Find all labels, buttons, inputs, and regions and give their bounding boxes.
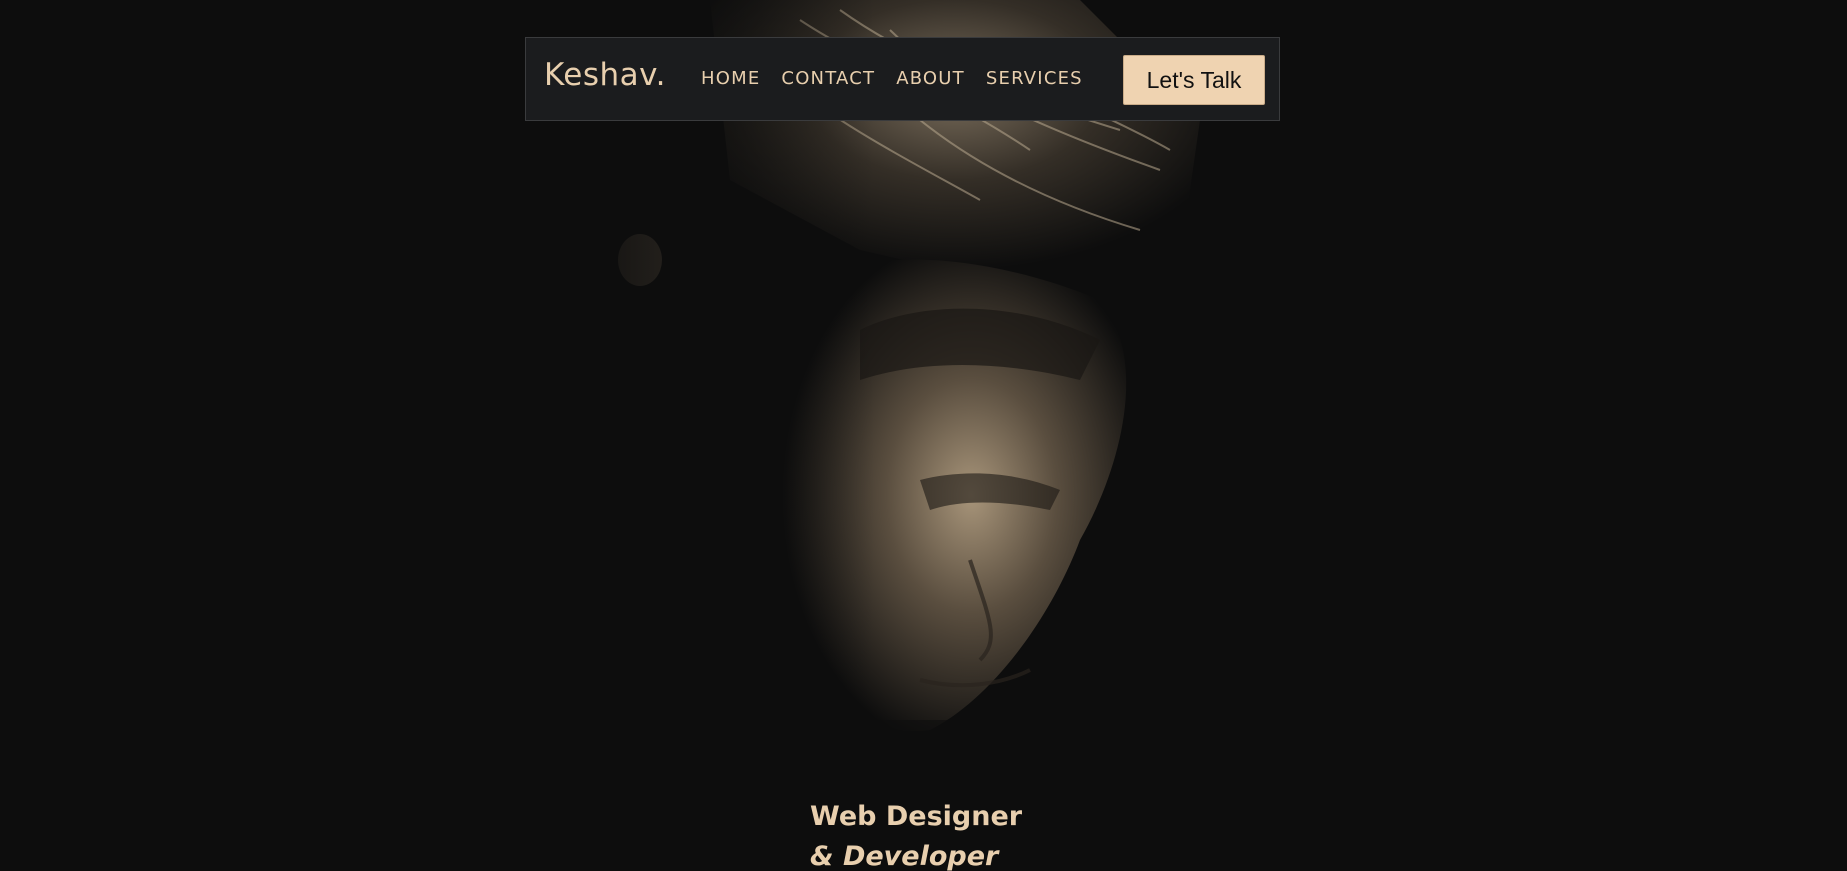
- nav-link-about[interactable]: ABOUT: [896, 70, 965, 88]
- hero-headline: Web Designer & Developer: [810, 797, 1022, 871]
- nav-link-services[interactable]: SERVICES: [986, 70, 1083, 88]
- top-navbar: Keshav. HOME CONTACT ABOUT SERVICES Let'…: [525, 37, 1280, 121]
- nav-links: HOME CONTACT ABOUT SERVICES: [701, 70, 1104, 88]
- page: Keshav. HOME CONTACT ABOUT SERVICES Let'…: [0, 0, 1847, 871]
- hero-title-line1: Web Designer: [810, 801, 1023, 832]
- lets-talk-button[interactable]: Let's Talk: [1123, 55, 1265, 105]
- nav-link-home[interactable]: HOME: [701, 70, 760, 88]
- nav-link-contact[interactable]: CONTACT: [781, 70, 875, 88]
- hero-title-line2: & Developer: [810, 841, 999, 871]
- brand-logo[interactable]: Keshav.: [544, 60, 666, 91]
